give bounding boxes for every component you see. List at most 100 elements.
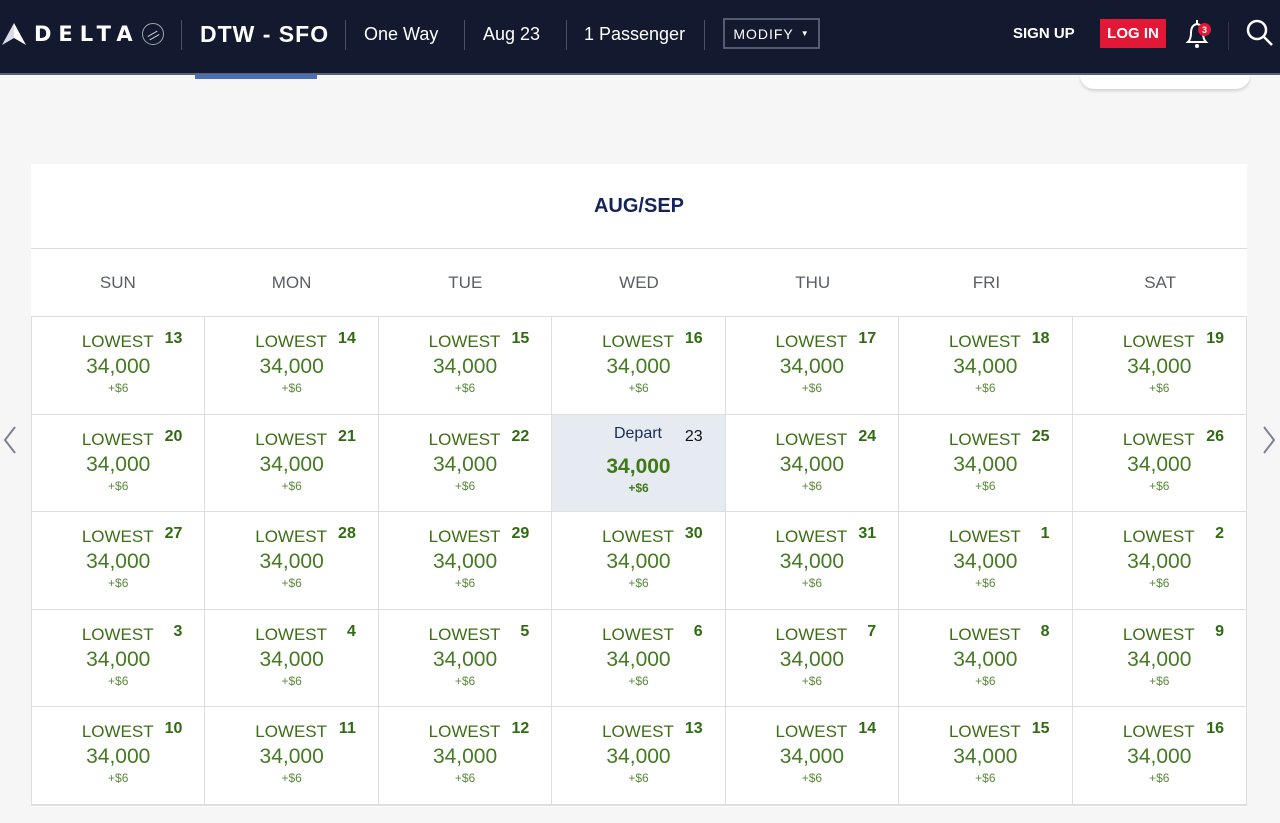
day-number: 26 [1206, 427, 1224, 445]
floating-panel-edge [1080, 75, 1250, 89]
day-number: 1 [1040, 525, 1050, 543]
notification-count-badge: 3 [1198, 23, 1211, 36]
calendar-day[interactable]: LOWEST 9 34,000 +$6 [1072, 610, 1246, 708]
tax-fee: +$6 [108, 478, 129, 493]
calendar-day[interactable]: LOWEST 25 34,000 +$6 [899, 414, 1073, 513]
miles-price: 34,000 [953, 355, 1018, 378]
route-label: DTW - SFO [200, 21, 330, 47]
tax-fee: +$6 [454, 673, 476, 688]
tax-fee: +$6 [1149, 771, 1170, 786]
divider [1228, 22, 1229, 50]
calendar-grid: LOWEST 13 34,000 +$6 LOWEST 14 34,000 +$6 LOWEST… [31, 317, 1247, 806]
day-number: 14 [338, 330, 356, 347]
miles-price: 34,000 [779, 647, 845, 671]
calendar-day[interactable]: LOWEST 29 34,000 +$6 [378, 512, 553, 610]
day-number: 16 [684, 330, 703, 347]
calendar-day[interactable]: LOWEST 22 34,000 +$6 [378, 414, 553, 513]
calendar-day[interactable]: LOWEST 24 34,000 +$6 [725, 414, 900, 513]
day-number: 5 [520, 622, 530, 640]
tax-fee: +$6 [454, 478, 476, 493]
tax-fee: +$6 [801, 673, 823, 688]
calendar-day[interactable]: LOWEST 14 34,000 +$6 [205, 317, 379, 415]
weekday-header: SUN MON TUE WED THU FRI SAT [31, 249, 1247, 317]
calendar-day-selected[interactable]: Depart 23 34,000 +$6 [552, 414, 726, 513]
miles-price: 34,000 [432, 647, 498, 671]
delta-logo[interactable]: DELTA [2, 20, 164, 48]
tax-fee: +$6 [1149, 381, 1170, 395]
day-number: 31 [858, 525, 877, 543]
calendar-day[interactable]: LOWEST 6 34,000 +$6 [552, 609, 726, 708]
calendar-day[interactable]: LOWEST 16 34,000 +$6 [552, 317, 726, 415]
calendar-day[interactable]: LOWEST 1 34,000 +$6 [899, 512, 1073, 610]
day-number: 16 [1206, 720, 1224, 738]
calendar-day[interactable]: LOWEST 11 34,000 +$6 [205, 707, 379, 805]
calendar-day[interactable]: LOWEST 16 34,000 +$6 [1072, 707, 1246, 805]
calendar-day[interactable]: LOWEST 27 34,000 +$6 [32, 512, 206, 610]
calendar-day[interactable]: LOWEST 26 34,000 +$6 [1072, 415, 1246, 513]
calendar-day[interactable]: LOWEST 13 34,000 +$6 [32, 317, 206, 415]
miles-price: 34,000 [259, 745, 324, 769]
day-number: 24 [858, 427, 877, 445]
day-number: 13 [684, 720, 703, 738]
calendar-day[interactable]: LOWEST 13 34,000 +$6 [552, 707, 726, 805]
calendar-day[interactable]: LOWEST 8 34,000 +$6 [899, 609, 1073, 708]
travel-date-label: Aug 23 [483, 24, 541, 44]
tax-fee: +$6 [975, 771, 996, 786]
day-number: 22 [511, 427, 530, 445]
calendar-day[interactable]: LOWEST 12 34,000 +$6 [378, 707, 553, 805]
calendar-day[interactable]: LOWEST 31 34,000 +$6 [725, 512, 900, 610]
sign-up-link[interactable]: SIGN UP [1013, 25, 1075, 42]
day-number: 21 [338, 427, 356, 445]
day-number: 19 [1206, 330, 1224, 347]
fare-calendar: AUG/SEP SUN MON TUE WED THU FRI SAT LOWEST 13 34… [31, 164, 1247, 807]
calendar-day[interactable]: LOWEST 18 34,000 +$6 [899, 317, 1073, 415]
tax-fee: +$6 [1149, 673, 1170, 688]
chevron-left-icon[interactable] [3, 425, 17, 455]
day-number: 7 [867, 622, 877, 640]
day-number: 6 [693, 622, 703, 640]
calendar-day[interactable]: LOWEST 4 34,000 +$6 [205, 609, 379, 708]
tax-fee: +$6 [1149, 576, 1170, 591]
calendar-day[interactable]: LOWEST 3 34,000 +$6 [32, 609, 206, 708]
day-number: 29 [511, 525, 530, 543]
tax-fee: +$6 [801, 381, 823, 395]
tax-fee: +$6 [628, 480, 649, 495]
day-number: 2 [1215, 525, 1224, 543]
day-number: 15 [511, 330, 530, 347]
miles-price: 34,000 [259, 355, 324, 378]
tax-fee: +$6 [975, 673, 996, 688]
calendar-day[interactable]: LOWEST 20 34,000 +$6 [32, 414, 206, 513]
miles-price: 34,000 [432, 452, 498, 476]
tax-fee: +$6 [454, 576, 476, 591]
day-number: 14 [858, 720, 877, 738]
miles-price: 34,000 [432, 745, 498, 769]
day-number: 3 [173, 622, 183, 640]
modify-search-button[interactable]: MODIFY ▼ [723, 18, 820, 49]
day-number: 23 [684, 427, 703, 445]
tax-fee: +$6 [281, 478, 302, 493]
skyteam-badge-icon [141, 23, 164, 45]
log-in-button[interactable]: LOG IN [1100, 19, 1166, 48]
day-number: 17 [858, 330, 877, 347]
calendar-day[interactable]: LOWEST 5 34,000 +$6 [378, 609, 553, 708]
tax-fee: +$6 [975, 478, 996, 493]
calendar-day[interactable]: LOWEST 19 34,000 +$6 [1072, 317, 1246, 415]
day-number: 11 [338, 720, 356, 738]
delta-widget-icon [2, 23, 26, 45]
miles-price: 34,000 [86, 452, 151, 476]
chevron-right-icon[interactable] [1262, 425, 1276, 455]
search-icon[interactable] [1245, 18, 1275, 48]
trip-type-label: One Way [364, 24, 439, 44]
miles-price: 34,000 [1127, 452, 1192, 476]
calendar-day[interactable]: LOWEST 28 34,000 +$6 [205, 512, 379, 610]
calendar-day[interactable]: LOWEST 15 34,000 +$6 [378, 317, 553, 415]
miles-price: 34,000 [606, 454, 671, 478]
calendar-day[interactable]: LOWEST 7 34,000 +$6 [725, 609, 900, 708]
calendar-day[interactable]: LOWEST 21 34,000 +$6 [205, 414, 379, 513]
calendar-day[interactable]: LOWEST 30 34,000 +$6 [552, 512, 726, 610]
calendar-day[interactable]: LOWEST 10 34,000 +$6 [32, 707, 206, 805]
calendar-day[interactable]: LOWEST 2 34,000 +$6 [1072, 512, 1246, 610]
calendar-day[interactable]: LOWEST 15 34,000 +$6 [899, 707, 1073, 805]
calendar-day[interactable]: LOWEST 14 34,000 +$6 [725, 707, 900, 805]
calendar-day[interactable]: LOWEST 17 34,000 +$6 [725, 317, 900, 415]
